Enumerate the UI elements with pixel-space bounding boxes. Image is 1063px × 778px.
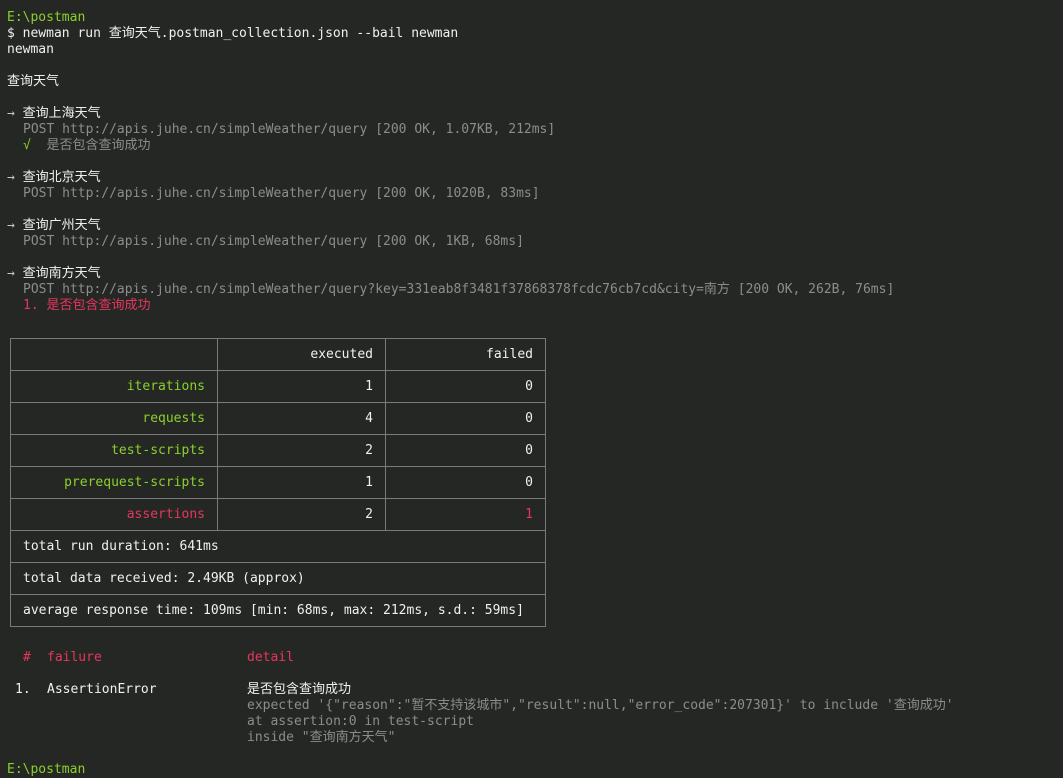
table-row: assertions 2 1 [10,498,546,531]
row-failed: 1 [385,498,546,531]
prompt-cwd: E:\postman [7,10,86,25]
failure-at: at assertion:0 in test-script [247,714,474,729]
table-header-row: executed failed [10,338,546,371]
table-row: average response time: 109ms [min: 68ms,… [10,594,546,627]
check-icon: √ [23,138,31,153]
assertion-fail: 1. 是否包含查询成功 [23,298,151,313]
row-executed: 1 [217,466,386,499]
request-name: 查询上海天气 [22,106,101,121]
assertion-name: 是否包含查询成功 [46,138,151,153]
row-failed: 0 [385,434,546,467]
row-failed: 0 [385,402,546,435]
arrow-icon: → [7,170,15,185]
app-name: newman [7,42,54,57]
row-executed: 2 [217,498,386,531]
request-line: POST http://apis.juhe.cn/simpleWeather/q… [23,282,895,297]
request-name: 查询广州天气 [22,218,101,233]
request-item: → 查询南方天气 [7,266,101,282]
request-line: POST http://apis.juhe.cn/simpleWeather/q… [23,186,540,201]
row-label: prerequest-scripts [10,466,218,499]
header-failed: failed [385,338,546,371]
failure-type: AssertionError [47,682,157,697]
row-failed: 0 [385,370,546,403]
row-label: requests [10,402,218,435]
row-executed: 1 [217,370,386,403]
table-row: requests 4 0 [10,402,546,435]
row-label: test-scripts [10,434,218,467]
next-prompt-cwd: E:\postman [7,762,86,777]
row-label: assertions [10,498,218,531]
arrow-icon: → [7,266,15,281]
failure-num: 1. [15,682,31,697]
failure-inside: inside "查询南方天气" [247,730,396,745]
request-line: POST http://apis.juhe.cn/simpleWeather/q… [23,234,524,249]
header-cell [10,338,218,371]
table-row: iterations 1 0 [10,370,546,403]
average-response-time: average response time: 109ms [min: 68ms,… [10,594,546,627]
command-line: $ newman run 查询天气.postman_collection.jso… [7,26,459,41]
failure-header-num: # [23,650,31,665]
request-item: → 查询上海天气 [7,106,101,122]
failure-header-detail: detail [247,650,294,665]
header-executed: executed [217,338,386,371]
request-item: → 查询北京天气 [7,170,101,186]
row-failed: 0 [385,466,546,499]
row-executed: 2 [217,434,386,467]
arrow-icon: → [7,218,15,233]
table-row: prerequest-scripts 1 0 [10,466,546,499]
request-name: 查询南方天气 [22,266,101,281]
request-name: 查询北京天气 [22,170,101,185]
table-row: total data received: 2.49KB (approx) [10,562,546,595]
failure-title: 是否包含查询成功 [247,682,352,697]
total-run-duration: total run duration: 641ms [10,530,546,563]
summary-table: executed failed iterations 1 0 requests … [10,338,546,627]
failure-header-failure: failure [47,650,102,665]
row-label: iterations [10,370,218,403]
request-item: → 查询广州天气 [7,218,101,234]
table-row: total run duration: 641ms [10,530,546,563]
table-row: test-scripts 2 0 [10,434,546,467]
failure-expected: expected '{"reason":"暂不支持该城市","result":n… [247,698,954,713]
assertion-pass: √ 是否包含查询成功 [23,138,151,154]
total-data-received: total data received: 2.49KB (approx) [10,562,546,595]
request-line: POST http://apis.juhe.cn/simpleWeather/q… [23,122,556,137]
collection-title: 查询天气 [7,74,60,89]
row-executed: 4 [217,402,386,435]
arrow-icon: → [7,106,15,121]
